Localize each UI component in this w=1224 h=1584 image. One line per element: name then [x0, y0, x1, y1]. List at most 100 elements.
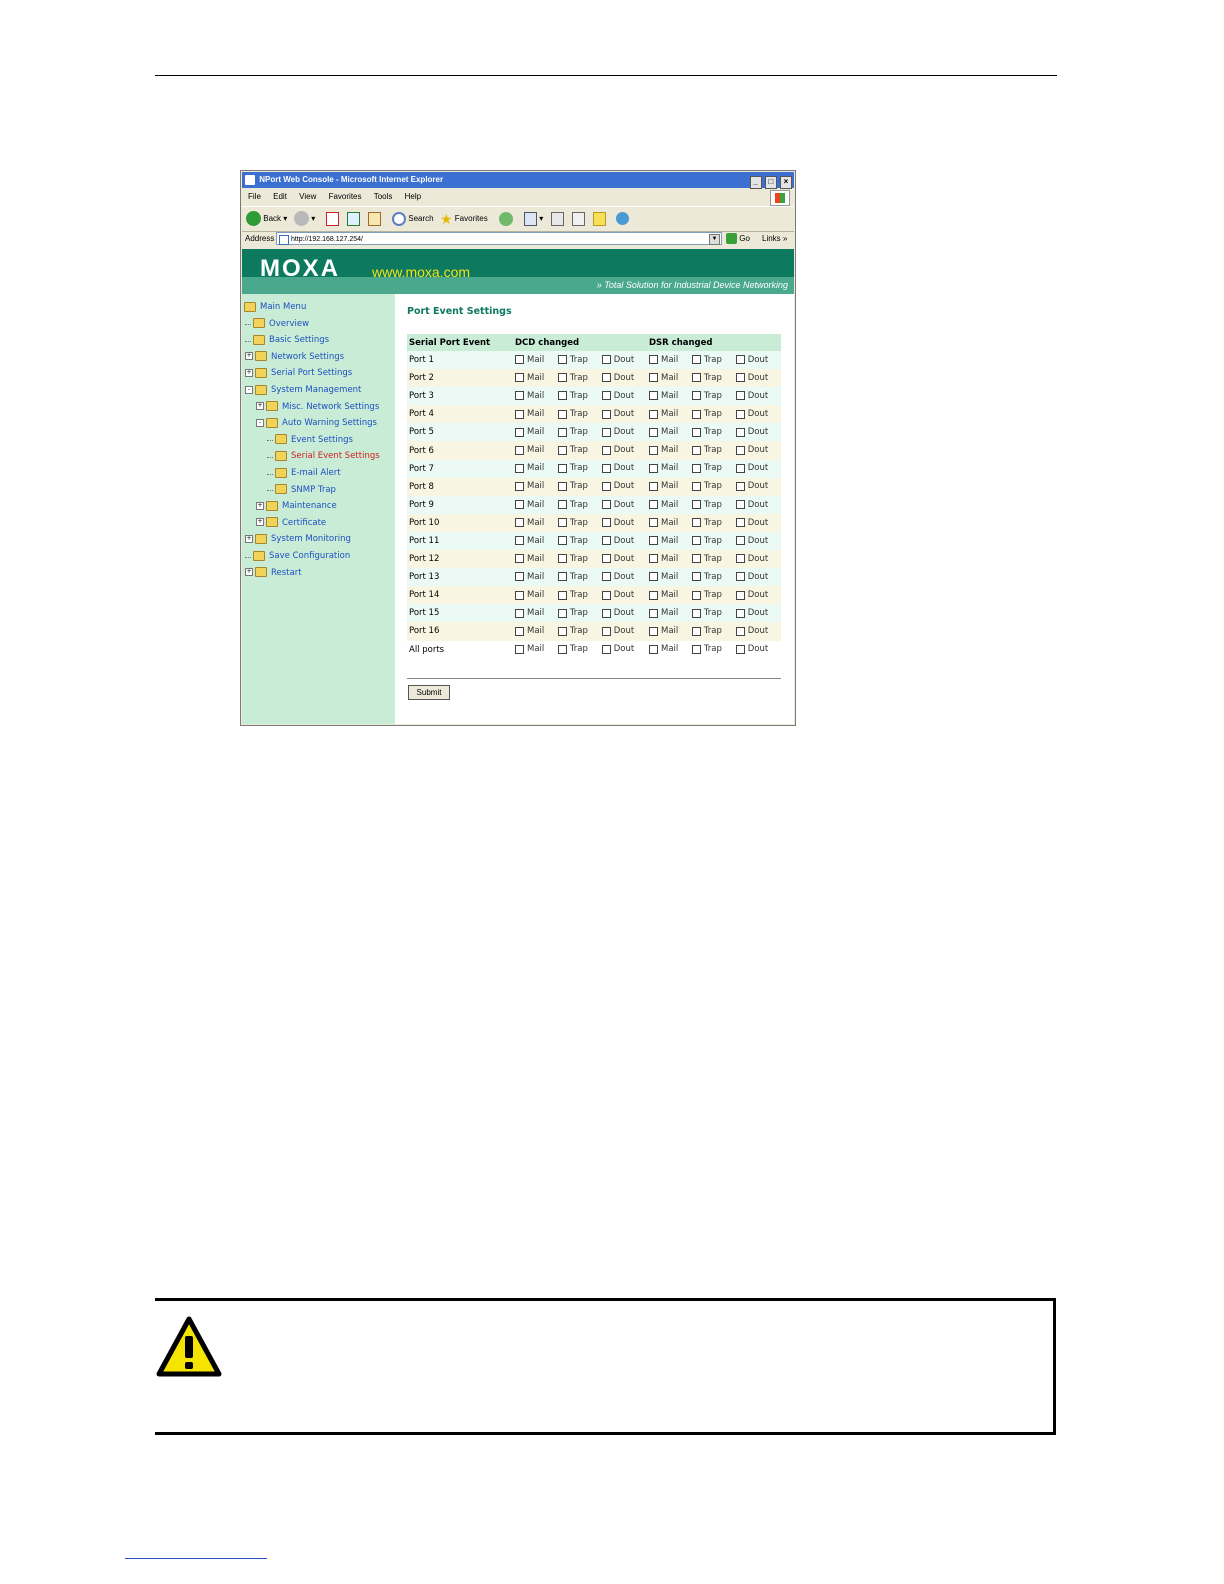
menu-view[interactable]: View — [299, 192, 316, 201]
nav-item[interactable]: + Certificate — [256, 516, 326, 530]
dsr-dout-checkbox[interactable] — [735, 445, 745, 455]
nav-item[interactable]: Save Configuration — [245, 549, 350, 563]
dcd-mail-checkbox[interactable] — [515, 644, 524, 654]
dcd-trap-checkbox[interactable] — [557, 463, 567, 473]
site-link[interactable]: www.moxa.com — [372, 264, 470, 280]
dcd-dout-checkbox[interactable] — [601, 590, 611, 600]
nav-item[interactable]: Event Settings — [267, 433, 353, 447]
expander-icon[interactable]: + — [256, 518, 264, 527]
dsr-dout-checkbox[interactable] — [735, 463, 745, 473]
dcd-dout-checkbox[interactable] — [601, 572, 611, 582]
dsr-dout-checkbox[interactable] — [735, 373, 745, 383]
dsr-dout-checkbox[interactable] — [735, 481, 745, 491]
dcd-trap-checkbox[interactable] — [557, 481, 567, 491]
nav-item[interactable]: + Network Settings — [245, 350, 344, 364]
dsr-trap-checkbox[interactable] — [691, 590, 701, 600]
expander-icon[interactable]: + — [245, 368, 253, 377]
dcd-mail-checkbox[interactable] — [515, 463, 524, 473]
dsr-dout-checkbox[interactable] — [735, 572, 745, 582]
dcd-dout-checkbox[interactable] — [601, 608, 611, 618]
stop-button[interactable] — [326, 211, 339, 227]
go-button[interactable]: Go — [726, 231, 750, 247]
dsr-dout-checkbox[interactable] — [735, 608, 745, 618]
expander-icon[interactable]: + — [245, 352, 253, 361]
history-button[interactable] — [499, 211, 513, 227]
dcd-dout-checkbox[interactable] — [601, 373, 611, 383]
minimize-button[interactable]: _ — [749, 176, 762, 189]
dsr-dout-checkbox[interactable] — [735, 644, 745, 654]
nav-item[interactable]: + Misc. Network Settings — [256, 400, 379, 414]
dsr-mail-checkbox[interactable] — [648, 355, 658, 365]
dsr-trap-checkbox[interactable] — [691, 554, 701, 564]
dsr-mail-checkbox[interactable] — [648, 463, 658, 473]
dcd-dout-checkbox[interactable] — [601, 554, 611, 564]
dcd-mail-checkbox[interactable] — [515, 391, 524, 401]
dsr-trap-checkbox[interactable] — [691, 626, 701, 636]
favorites-button[interactable]: ★ Favorites — [440, 211, 488, 227]
address-dropdown-icon[interactable]: ▼ — [709, 234, 720, 245]
dsr-dout-checkbox[interactable] — [735, 500, 745, 510]
dcd-mail-checkbox[interactable] — [515, 373, 524, 383]
dsr-trap-checkbox[interactable] — [691, 355, 701, 365]
dcd-trap-checkbox[interactable] — [557, 500, 567, 510]
dsr-trap-checkbox[interactable] — [691, 427, 701, 437]
links-button[interactable]: Links » — [762, 231, 787, 247]
dsr-trap-checkbox[interactable] — [691, 391, 701, 401]
dcd-trap-checkbox[interactable] — [557, 644, 567, 654]
dsr-trap-checkbox[interactable] — [691, 644, 701, 654]
dsr-trap-checkbox[interactable] — [691, 500, 701, 510]
dsr-mail-checkbox[interactable] — [648, 536, 658, 546]
dcd-dout-checkbox[interactable] — [601, 463, 611, 473]
dsr-dout-checkbox[interactable] — [735, 536, 745, 546]
dcd-mail-checkbox[interactable] — [515, 518, 524, 528]
nav-item[interactable]: SNMP Trap — [267, 483, 336, 497]
submit-button[interactable]: Submit — [408, 685, 450, 700]
dcd-trap-checkbox[interactable] — [557, 518, 567, 528]
expander-icon[interactable]: - — [256, 418, 264, 427]
dcd-dout-checkbox[interactable] — [601, 626, 611, 636]
maximize-button[interactable]: □ — [764, 176, 777, 189]
dsr-trap-checkbox[interactable] — [691, 572, 701, 582]
expander-icon[interactable]: + — [256, 402, 264, 411]
expander-icon[interactable]: - — [245, 385, 253, 394]
nav-item[interactable]: + Serial Port Settings — [245, 366, 352, 380]
dsr-dout-checkbox[interactable] — [735, 355, 745, 365]
menu-file[interactable]: File — [248, 192, 261, 201]
messenger-button[interactable] — [616, 211, 629, 227]
back-button[interactable]: Back ▾ — [246, 211, 287, 227]
title-bar[interactable]: NPort Web Console - Microsoft Internet E… — [242, 172, 794, 189]
forward-button[interactable]: ▾ — [294, 211, 315, 227]
dcd-mail-checkbox[interactable] — [515, 554, 524, 564]
address-input[interactable]: http://192.168.127.254/ ▼ — [276, 232, 722, 245]
dsr-trap-checkbox[interactable] — [691, 463, 701, 473]
dsr-dout-checkbox[interactable] — [735, 554, 745, 564]
nav-item[interactable]: + Restart — [245, 566, 302, 580]
menu-edit[interactable]: Edit — [273, 192, 287, 201]
dsr-trap-checkbox[interactable] — [691, 445, 701, 455]
dcd-trap-checkbox[interactable] — [557, 355, 567, 365]
dsr-mail-checkbox[interactable] — [648, 644, 658, 654]
dcd-trap-checkbox[interactable] — [557, 373, 567, 383]
print-button[interactable] — [551, 211, 564, 227]
dcd-mail-checkbox[interactable] — [515, 536, 524, 546]
dcd-mail-checkbox[interactable] — [515, 445, 524, 455]
discuss-button[interactable] — [593, 211, 606, 227]
search-button[interactable]: Search — [392, 211, 434, 227]
dsr-dout-checkbox[interactable] — [735, 409, 745, 419]
expander-icon[interactable]: + — [256, 501, 264, 510]
dcd-mail-checkbox[interactable] — [515, 590, 524, 600]
dcd-mail-checkbox[interactable] — [515, 481, 524, 491]
dsr-mail-checkbox[interactable] — [648, 445, 658, 455]
nav-item[interactable]: - System Management — [245, 383, 361, 397]
dsr-mail-checkbox[interactable] — [648, 518, 658, 528]
nav-item[interactable]: Serial Event Settings — [267, 449, 380, 463]
dcd-dout-checkbox[interactable] — [601, 644, 611, 654]
dcd-mail-checkbox[interactable] — [515, 427, 524, 437]
close-button[interactable]: × — [780, 176, 792, 189]
dcd-mail-checkbox[interactable] — [515, 572, 524, 582]
dcd-trap-checkbox[interactable] — [557, 608, 567, 618]
dsr-dout-checkbox[interactable] — [735, 626, 745, 636]
dcd-trap-checkbox[interactable] — [557, 391, 567, 401]
dsr-mail-checkbox[interactable] — [648, 373, 658, 383]
dcd-dout-checkbox[interactable] — [601, 445, 611, 455]
